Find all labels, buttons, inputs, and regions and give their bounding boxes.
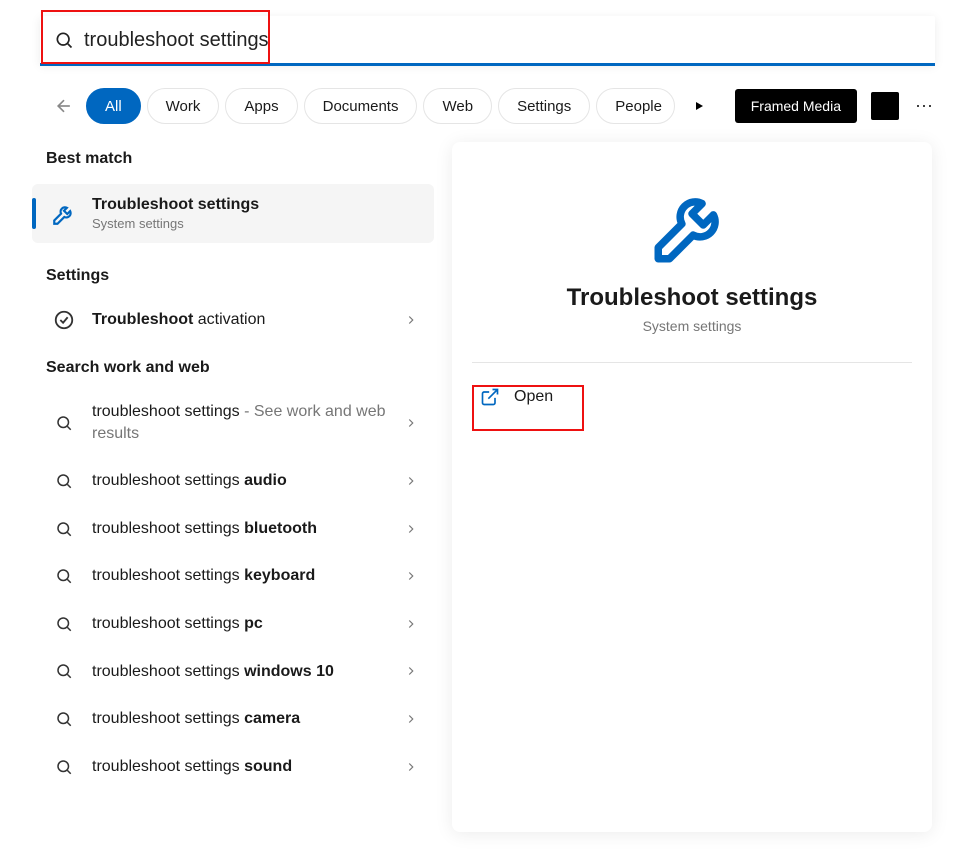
chevron-right-icon bbox=[404, 416, 424, 430]
filter-pill-all[interactable]: All bbox=[86, 88, 141, 124]
result-label: troubleshoot settings - See work and web… bbox=[92, 401, 390, 444]
best-match-result[interactable]: Troubleshoot settings System settings bbox=[32, 184, 434, 243]
wrench-large-icon bbox=[466, 180, 918, 270]
search-box[interactable] bbox=[40, 16, 935, 64]
result-web-keyboard[interactable]: troubleshoot settings keyboard bbox=[32, 553, 434, 599]
chevron-right-icon bbox=[404, 664, 424, 678]
result-web-audio[interactable]: troubleshoot settings audio bbox=[32, 458, 434, 504]
filters-scroll-right[interactable] bbox=[681, 88, 717, 124]
result-troubleshoot-activation[interactable]: Troubleshoot activation bbox=[32, 297, 434, 343]
filter-pill-web[interactable]: Web bbox=[423, 88, 492, 124]
result-web-bluetooth[interactable]: troubleshoot settings bluetooth bbox=[32, 506, 434, 552]
filter-bar: All Work Apps Documents Web Settings Peo… bbox=[0, 66, 960, 136]
chevron-right-icon bbox=[404, 474, 424, 488]
result-web-camera[interactable]: troubleshoot settings camera bbox=[32, 696, 434, 742]
search-icon bbox=[50, 615, 78, 633]
results-column: Best match Troubleshoot settings System … bbox=[28, 136, 438, 832]
result-label: Troubleshoot activation bbox=[92, 309, 390, 331]
search-icon bbox=[50, 472, 78, 490]
search-icon bbox=[50, 758, 78, 776]
search-icon bbox=[54, 30, 74, 50]
search-icon bbox=[50, 414, 78, 432]
checkmark-circle-icon bbox=[50, 309, 78, 331]
filter-pill-documents[interactable]: Documents bbox=[304, 88, 418, 124]
open-external-icon bbox=[480, 387, 500, 407]
filter-pill-settings[interactable]: Settings bbox=[498, 88, 590, 124]
panel-divider bbox=[472, 362, 912, 363]
chevron-right-icon bbox=[404, 522, 424, 536]
result-web-sound[interactable]: troubleshoot settings sound bbox=[32, 744, 434, 790]
more-options-icon[interactable]: ⋯ bbox=[905, 92, 944, 121]
chevron-right-icon bbox=[404, 760, 424, 774]
chevron-right-icon bbox=[404, 712, 424, 726]
framed-media-button[interactable]: Framed Media bbox=[735, 89, 857, 123]
search-bar-container bbox=[0, 0, 965, 66]
result-label: troubleshoot settings audio bbox=[92, 470, 390, 492]
result-web-windows10[interactable]: troubleshoot settings windows 10 bbox=[32, 649, 434, 695]
best-match-subtitle: System settings bbox=[92, 216, 259, 231]
section-best-match: Best match bbox=[28, 136, 438, 178]
chevron-right-icon bbox=[404, 617, 424, 631]
result-label: troubleshoot settings camera bbox=[92, 708, 390, 730]
section-settings: Settings bbox=[28, 253, 438, 295]
result-label: troubleshoot settings keyboard bbox=[92, 565, 390, 587]
filter-pill-people[interactable]: People bbox=[596, 88, 675, 124]
result-label: troubleshoot settings pc bbox=[92, 613, 390, 635]
account-avatar[interactable] bbox=[871, 92, 899, 120]
filter-pill-apps[interactable]: Apps bbox=[225, 88, 297, 124]
search-icon bbox=[50, 662, 78, 680]
open-label: Open bbox=[514, 388, 553, 406]
panel-subtitle: System settings bbox=[466, 318, 918, 334]
result-web-see-all[interactable]: troubleshoot settings - See work and web… bbox=[32, 389, 434, 456]
search-icon bbox=[50, 520, 78, 538]
detail-panel: Troubleshoot settings System settings Op… bbox=[452, 142, 932, 832]
back-arrow-icon[interactable] bbox=[48, 90, 80, 122]
search-input[interactable] bbox=[84, 29, 933, 52]
result-label: troubleshoot settings sound bbox=[92, 756, 390, 778]
open-button[interactable]: Open bbox=[466, 375, 606, 419]
wrench-icon bbox=[50, 201, 78, 227]
chevron-right-icon bbox=[404, 313, 424, 327]
result-label: troubleshoot settings windows 10 bbox=[92, 661, 390, 683]
filter-pill-work[interactable]: Work bbox=[147, 88, 220, 124]
chevron-right-icon bbox=[404, 569, 424, 583]
panel-title: Troubleshoot settings bbox=[466, 284, 918, 312]
best-match-title: Troubleshoot settings bbox=[92, 196, 259, 214]
search-icon bbox=[50, 567, 78, 585]
result-label: troubleshoot settings bluetooth bbox=[92, 518, 390, 540]
result-web-pc[interactable]: troubleshoot settings pc bbox=[32, 601, 434, 647]
search-icon bbox=[50, 710, 78, 728]
section-search-web: Search work and web bbox=[28, 345, 438, 387]
